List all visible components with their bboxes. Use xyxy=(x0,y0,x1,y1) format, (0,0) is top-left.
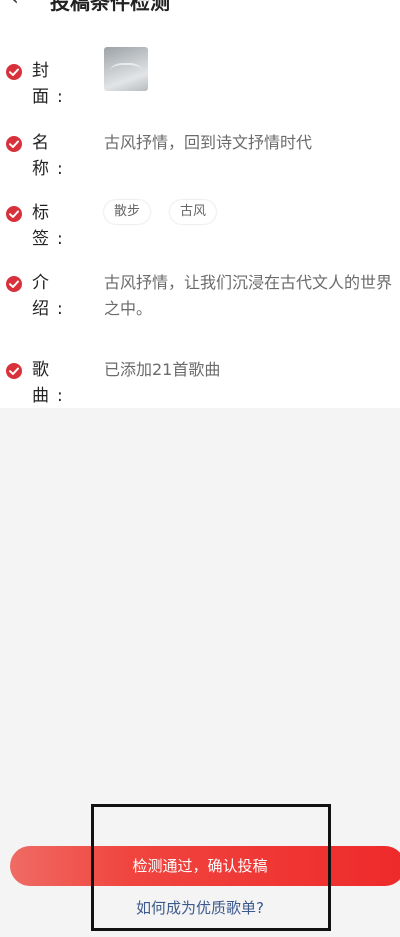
songs-value[interactable]: 已添加21首歌曲 xyxy=(104,357,400,383)
name-row: 名称: 古风抒情，回到诗文抒情时代 xyxy=(0,120,400,190)
page-title: 投稿条件检测 xyxy=(50,0,170,14)
quality-playlist-help-link[interactable]: 如何成为优质歌单? xyxy=(0,897,400,918)
tag-chip[interactable]: 古风 xyxy=(170,200,217,224)
name-label: 名称: xyxy=(32,133,71,179)
songs-label: 歌曲: xyxy=(32,360,71,406)
tags-label: 标签: xyxy=(32,203,71,249)
confirm-submit-button[interactable]: 检测通过，确认投稿 xyxy=(10,846,400,886)
check-icon xyxy=(6,64,22,80)
cover-row: 封面: xyxy=(0,20,400,110)
confirm-submit-label: 检测通过，确认投稿 xyxy=(132,857,268,875)
cover-label: 封面: xyxy=(32,61,71,107)
submission-check-form: 封面: 名称: 古风抒情，回到诗文抒情时代 标签: 散步 古风 介绍: 古风抒情… xyxy=(0,20,400,408)
intro-label: 介绍: xyxy=(32,273,71,319)
check-icon xyxy=(6,363,22,379)
header: ‹ 投稿条件检测 xyxy=(0,0,400,20)
intro-value[interactable]: 古风抒情，让我们沉浸在古代文人的世界之中。 xyxy=(104,270,400,322)
chevron-left-icon[interactable]: ‹ xyxy=(10,0,19,11)
tag-chip[interactable]: 散步 xyxy=(104,200,151,224)
cover-image[interactable] xyxy=(104,47,148,91)
check-icon xyxy=(6,276,22,292)
name-value[interactable]: 古风抒情，回到诗文抒情时代 xyxy=(104,130,400,156)
check-icon xyxy=(6,206,22,222)
check-icon xyxy=(6,136,22,152)
